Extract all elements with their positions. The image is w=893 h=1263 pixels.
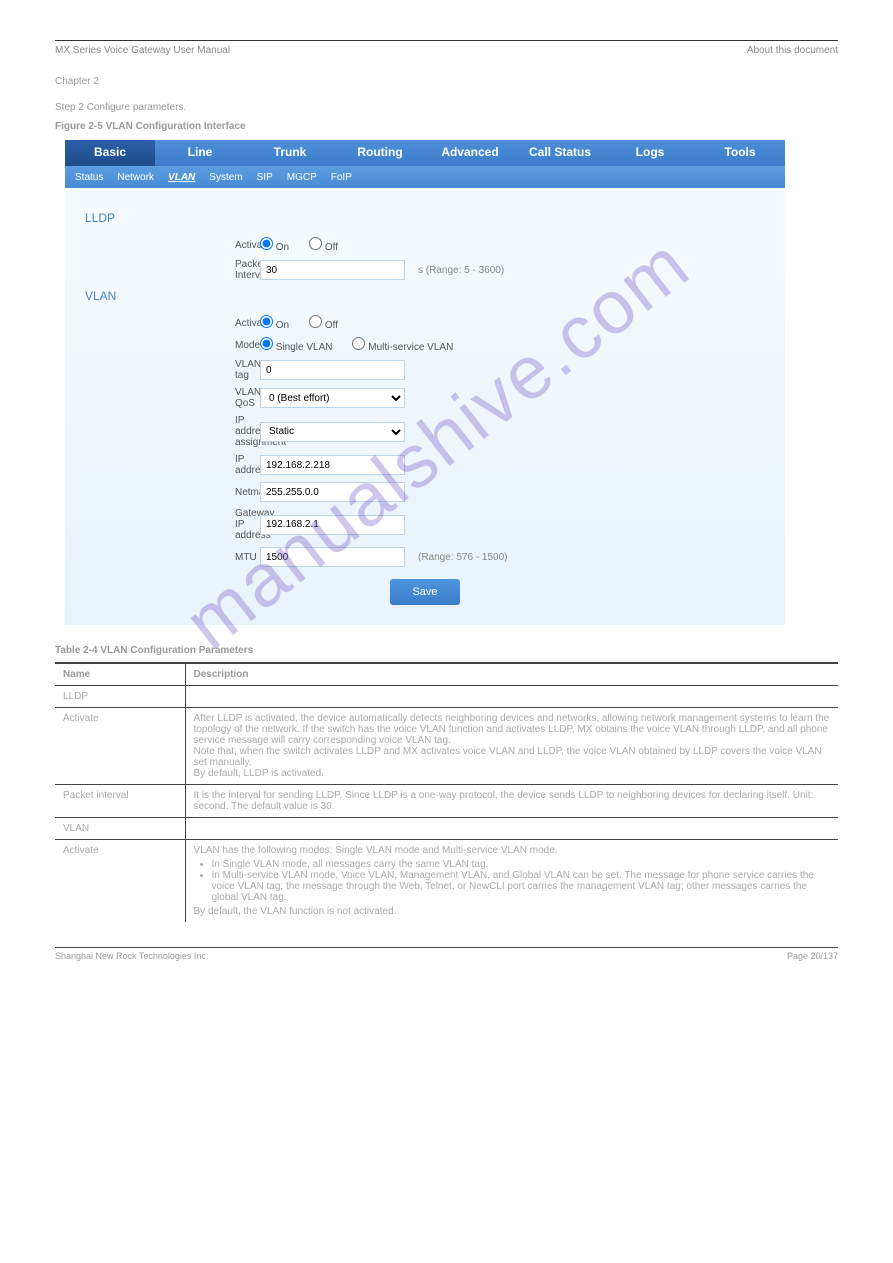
lldp-on-text: On (276, 242, 289, 253)
packet-interval-label: Packet Interval (85, 259, 260, 281)
sub-tabs: Status Network VLAN System SIP MGCP FoIP (65, 166, 785, 188)
vlan-off-input[interactable] (309, 315, 322, 328)
ip-addr-label: IP address (85, 454, 260, 476)
lldp-activate-label: Activate (85, 240, 260, 251)
netmask-label: Netmask (85, 487, 260, 498)
row-activate1-name: Activate (55, 708, 185, 785)
mtu-label: MTU (85, 552, 260, 563)
row-lldp-desc (185, 686, 838, 708)
lldp-off-text: Off (325, 242, 338, 253)
mode-single-input[interactable] (260, 337, 273, 350)
mode-multi-input[interactable] (352, 337, 365, 350)
save-button[interactable]: Save (390, 579, 459, 605)
bullet-single: In Single VLAN mode, all messages carry … (212, 859, 831, 870)
row-vlan-name: VLAN (55, 818, 185, 840)
row-activate2-name: Activate (55, 840, 185, 923)
table-caption: Table 2-4 VLAN Configuration Parameters (55, 645, 838, 656)
lldp-on-input[interactable] (260, 237, 273, 250)
mode-single-text: Single VLAN (276, 342, 333, 353)
subtab-system[interactable]: System (209, 172, 242, 183)
row-activate2-text: VLAN has the following modes: Single VLA… (194, 845, 558, 856)
row-activate2-extra: By default, the VLAN function is not act… (194, 906, 397, 917)
vlan-off-radio[interactable]: Off (309, 315, 338, 331)
vlan-tag-input[interactable] (260, 360, 405, 380)
header-left: MX Series Voice Gateway User Manual (55, 45, 230, 56)
header-rule (55, 40, 838, 41)
tab-advanced[interactable]: Advanced (425, 140, 515, 166)
footer-left: Shanghai New Rock Technologies Inc. (55, 951, 208, 961)
main-tabs: Basic Line Trunk Routing Advanced Call S… (65, 140, 785, 166)
packet-interval-input[interactable] (260, 260, 405, 280)
figure-caption: Figure 2-5 VLAN Configuration Interface (55, 121, 838, 132)
row-activate2-desc: VLAN has the following modes: Single VLA… (185, 840, 838, 923)
vlan-off-text: Off (325, 320, 338, 331)
packet-interval-hint: s (Range: 5 - 3600) (418, 265, 504, 276)
vlan-tag-label: VLAN tag (85, 359, 260, 381)
th-name: Name (55, 663, 185, 686)
footer-rule (55, 947, 838, 948)
subtab-mgcp[interactable]: MGCP (287, 172, 317, 183)
netmask-input[interactable] (260, 482, 405, 502)
params-table: Name Description LLDP Activate After LLD… (55, 662, 838, 922)
step-text: Step 2 Configure parameters. (55, 102, 838, 113)
vlan-qos-select[interactable]: 0 (Best effort) (260, 388, 405, 408)
lldp-off-input[interactable] (309, 237, 322, 250)
mode-multi-text: Multi-service VLAN (368, 342, 453, 353)
tab-routing[interactable]: Routing (335, 140, 425, 166)
subtab-foip[interactable]: FoIP (331, 172, 352, 183)
chapter-label: Chapter 2 (55, 76, 838, 87)
mtu-input[interactable] (260, 547, 405, 567)
th-desc: Description (185, 663, 838, 686)
mode-multi-radio[interactable]: Multi-service VLAN (352, 337, 453, 353)
section-lldp: LLDP (85, 211, 765, 225)
footer-right: Page 20/137 (787, 951, 838, 961)
row-activate1-desc: After LLDP is activated, the device auto… (185, 708, 838, 785)
ip-assign-label: IP address assignment (85, 415, 260, 448)
mode-label: Mode (85, 340, 260, 351)
page-header: MX Series Voice Gateway User Manual Abou… (55, 45, 838, 56)
bullet-multi: In Multi-service VLAN mode, Voice VLAN, … (212, 870, 831, 903)
ip-assign-select[interactable]: Static (260, 422, 405, 442)
row-packetinterval-name: Packet interval (55, 785, 185, 818)
header-right: About this document (747, 45, 838, 56)
form-panel: LLDP Activate On Off Packet Interval s (… (65, 188, 785, 625)
lldp-on-radio[interactable]: On (260, 237, 289, 253)
vlan-on-input[interactable] (260, 315, 273, 328)
gateway-label: Gateway IP address (85, 508, 260, 541)
tab-line[interactable]: Line (155, 140, 245, 166)
row-activate2-bullets: In Single VLAN mode, all messages carry … (194, 859, 831, 903)
mtu-hint: (Range: 576 - 1500) (418, 552, 508, 563)
mode-single-radio[interactable]: Single VLAN (260, 337, 332, 353)
vlan-qos-label: VLAN QoS (85, 387, 260, 409)
subtab-sip[interactable]: SIP (257, 172, 273, 183)
tab-tools[interactable]: Tools (695, 140, 785, 166)
screenshot-panel: Basic Line Trunk Routing Advanced Call S… (65, 140, 785, 625)
ip-addr-input[interactable] (260, 455, 405, 475)
tab-trunk[interactable]: Trunk (245, 140, 335, 166)
subtab-vlan[interactable]: VLAN (168, 172, 195, 183)
row-vlan-desc (185, 818, 838, 840)
tab-logs[interactable]: Logs (605, 140, 695, 166)
subtab-status[interactable]: Status (75, 172, 103, 183)
tab-basic[interactable]: Basic (65, 140, 155, 166)
row-lldp-name: LLDP (55, 686, 185, 708)
tab-callstatus[interactable]: Call Status (515, 140, 605, 166)
section-vlan: VLAN (85, 289, 765, 303)
gateway-input[interactable] (260, 515, 405, 535)
page-footer: Shanghai New Rock Technologies Inc. Page… (55, 951, 838, 961)
vlan-activate-label: Activate (85, 318, 260, 329)
vlan-on-text: On (276, 320, 289, 331)
lldp-off-radio[interactable]: Off (309, 237, 338, 253)
subtab-network[interactable]: Network (117, 172, 154, 183)
row-packetinterval-desc: It is the interval for sending LLDP. Sin… (185, 785, 838, 818)
vlan-on-radio[interactable]: On (260, 315, 289, 331)
